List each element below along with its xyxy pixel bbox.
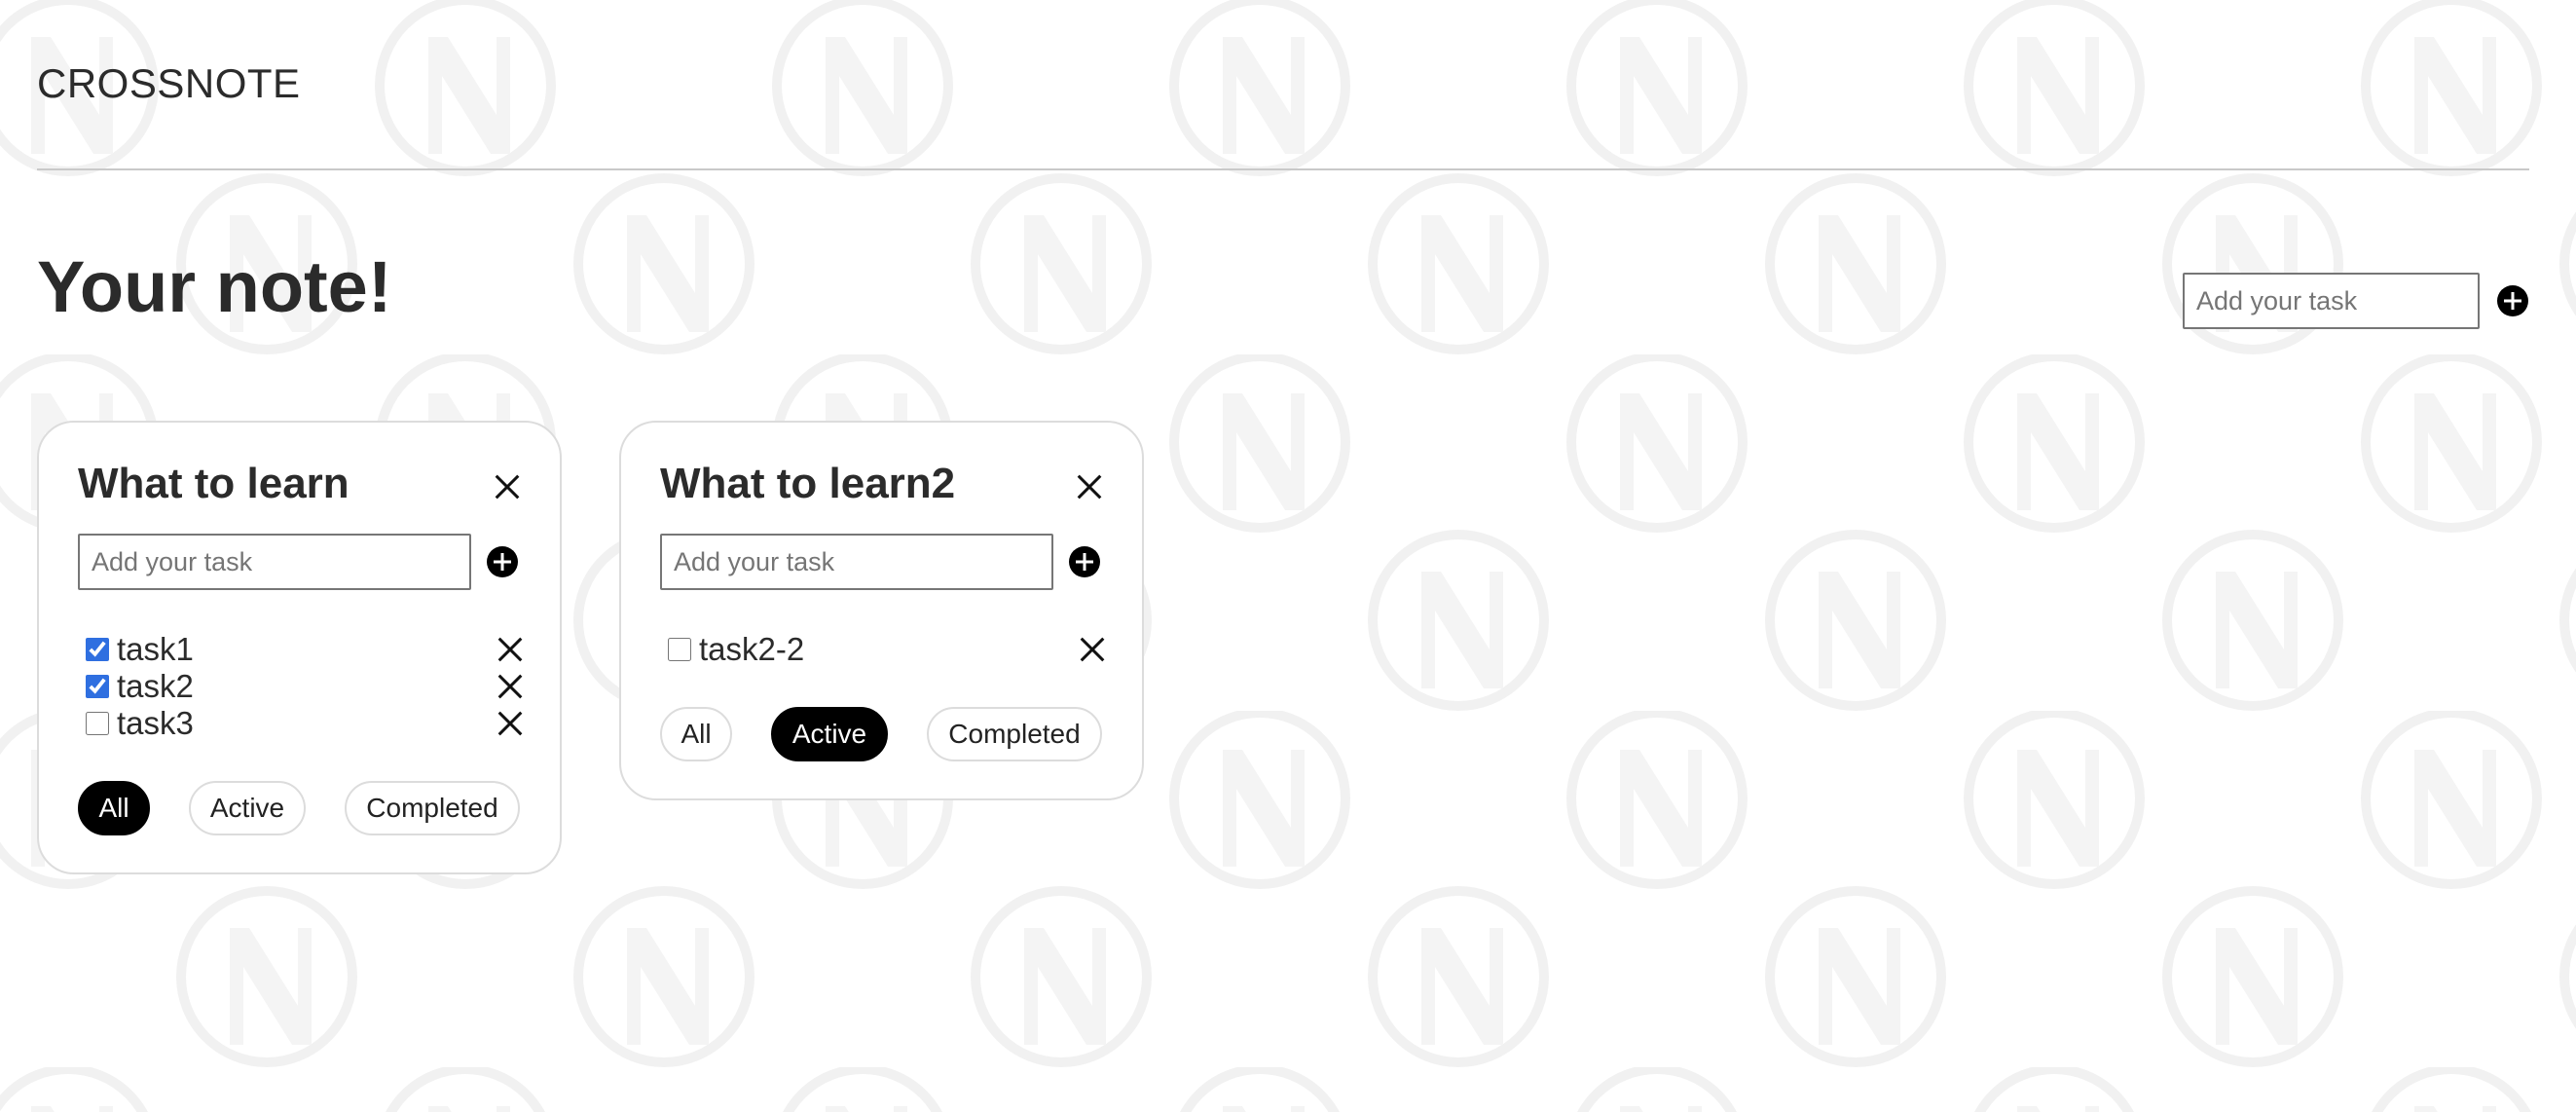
todolist-card-what-to-learn2: What to learn2 task2-2 All Active Comple… xyxy=(619,421,1144,800)
new-note-form xyxy=(2183,273,2528,329)
filter-buttons: All Active Completed xyxy=(78,781,520,835)
delete-task-close-icon[interactable] xyxy=(497,673,524,700)
task-checkbox[interactable] xyxy=(86,675,109,698)
page-title: Your note! xyxy=(37,246,392,327)
todolist-card-what-to-learn: What to learn task1 task2 task3 xyxy=(37,421,562,874)
task-item: task2 xyxy=(86,668,524,705)
card-task-input[interactable] xyxy=(660,534,1053,590)
card-title: What to learn xyxy=(78,460,350,507)
task-list: task2-2 xyxy=(668,631,1106,668)
header-divider xyxy=(37,168,2529,170)
task-label: task2-2 xyxy=(699,631,805,667)
task-checkbox[interactable] xyxy=(86,638,109,661)
card-title: What to learn2 xyxy=(660,460,956,507)
card-add-task-form xyxy=(660,534,1100,590)
task-label: task1 xyxy=(117,631,194,667)
filter-buttons: All Active Completed xyxy=(660,707,1102,761)
delete-task-close-icon[interactable] xyxy=(497,636,524,663)
task-item: task2-2 xyxy=(668,631,1106,668)
brand-logo-text[interactable]: CROSSNOTE xyxy=(37,60,301,107)
delete-task-close-icon[interactable] xyxy=(497,710,524,737)
task-label: task3 xyxy=(117,705,194,741)
new-note-input[interactable] xyxy=(2183,273,2480,329)
task-checkbox[interactable] xyxy=(668,638,691,661)
filter-completed-button[interactable]: Completed xyxy=(927,707,1102,761)
card-task-input[interactable] xyxy=(78,534,471,590)
add-note-button[interactable] xyxy=(2497,285,2528,316)
add-task-button[interactable] xyxy=(1069,546,1100,577)
page: CROSSNOTE Your note! What to learn task1 xyxy=(0,0,2576,1112)
filter-active-button[interactable]: Active xyxy=(771,707,888,761)
delete-task-close-icon[interactable] xyxy=(1079,636,1106,663)
task-list: task1 task2 task3 xyxy=(86,631,524,742)
task-item: task1 xyxy=(86,631,524,668)
filter-all-button[interactable]: All xyxy=(78,781,150,835)
task-label: task2 xyxy=(117,668,194,704)
filter-active-button[interactable]: Active xyxy=(189,781,306,835)
filter-all-button[interactable]: All xyxy=(660,707,732,761)
delete-card-close-icon[interactable] xyxy=(494,473,521,500)
add-task-button[interactable] xyxy=(487,546,518,577)
task-checkbox[interactable] xyxy=(86,712,109,735)
card-add-task-form xyxy=(78,534,518,590)
task-item: task3 xyxy=(86,705,524,742)
delete-card-close-icon[interactable] xyxy=(1076,473,1103,500)
filter-completed-button[interactable]: Completed xyxy=(345,781,520,835)
